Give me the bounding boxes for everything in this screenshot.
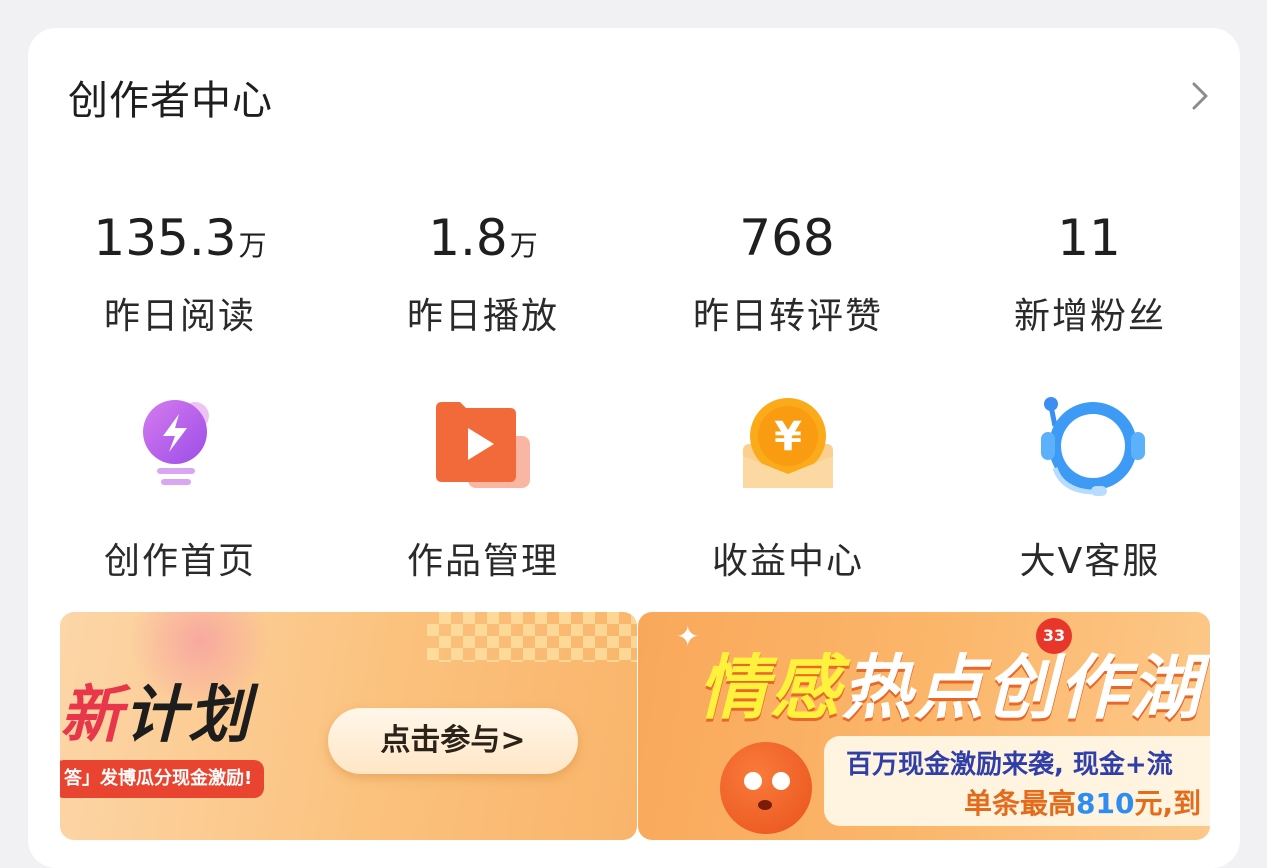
stat-label: 昨日转评赞 [692,296,883,337]
banner-headline: 情感热点创作湖 [698,647,1202,729]
banner-checker-pattern [427,612,637,662]
tool-earnings-center[interactable]: ¥ 收益中心 [658,396,918,584]
promo-banner-emotion-hotspot[interactable]: ✦ 情感热点创作湖 33 百万现金激励来袭, 现金+流 单条最高810元,到 [638,612,1210,840]
tools-row: 创作首页 作品管理 ¥ 收益中心 大V客服 [28,396,1240,582]
stat-value: 1.8万 [428,209,538,267]
tool-label: 收益中心 [711,541,864,582]
banner-speech-bubble: 百万现金激励来袭, 现金+流 单条最高810元,到 [824,736,1210,826]
banner-subtitle: 答」发博瓜分现金激励! [60,760,265,798]
tool-label: 大V客服 [1019,541,1161,582]
svg-text:¥: ¥ [774,414,802,460]
tool-label: 创作首页 [103,541,256,582]
sparkle-icon: ✦ [676,620,700,653]
stats-row: 135.3万 昨日阅读 1.8万 昨日播放 768 昨日转评赞 11 新增粉丝 [28,203,1240,353]
lightbulb-bolt-icon [125,396,235,506]
stat-yesterday-reads[interactable]: 135.3万 昨日阅读 [50,203,310,339]
stat-yesterday-interactions[interactable]: 768 昨日转评赞 [658,203,918,339]
stat-value: 135.3万 [93,209,267,267]
creator-center-card: 创作者中心 135.3万 昨日阅读 1.8万 昨日播放 768 昨日转评赞 11… [28,28,1240,868]
stat-value: 768 [739,209,835,267]
stat-label: 昨日阅读 [103,296,256,337]
page-title: 创作者中心 [68,78,273,124]
banner-line-1: 百万现金激励来袭, 现金+流 [846,750,1173,780]
customer-service-headset-icon [1035,396,1145,506]
banner-headline: 新计划 [60,678,253,751]
stat-label: 昨日播放 [406,296,559,337]
stat-yesterday-plays[interactable]: 1.8万 昨日播放 [353,203,613,339]
stat-new-followers[interactable]: 11 新增粉丝 [960,203,1220,339]
mascot-icon [720,742,812,834]
tool-vip-customer-service[interactable]: 大V客服 [960,396,1220,584]
stat-value: 11 [1057,209,1121,267]
promo-banner-plan[interactable]: 新计划 点击参与> 答」发博瓜分现金激励! [60,612,637,840]
chevron-right-icon[interactable] [1188,80,1212,112]
tool-works-management[interactable]: 作品管理 [353,396,613,584]
tool-creation-home[interactable]: 创作首页 [50,396,310,584]
banner-line-2: 单条最高810元,到 [964,787,1202,820]
banner-badge: 33 [1036,618,1072,654]
participate-button[interactable]: 点击参与> [328,708,578,774]
stat-label: 新增粉丝 [1013,296,1166,337]
folder-play-icon [428,396,538,506]
tool-label: 作品管理 [406,541,559,582]
yuan-coin-icon: ¥ [733,396,843,506]
